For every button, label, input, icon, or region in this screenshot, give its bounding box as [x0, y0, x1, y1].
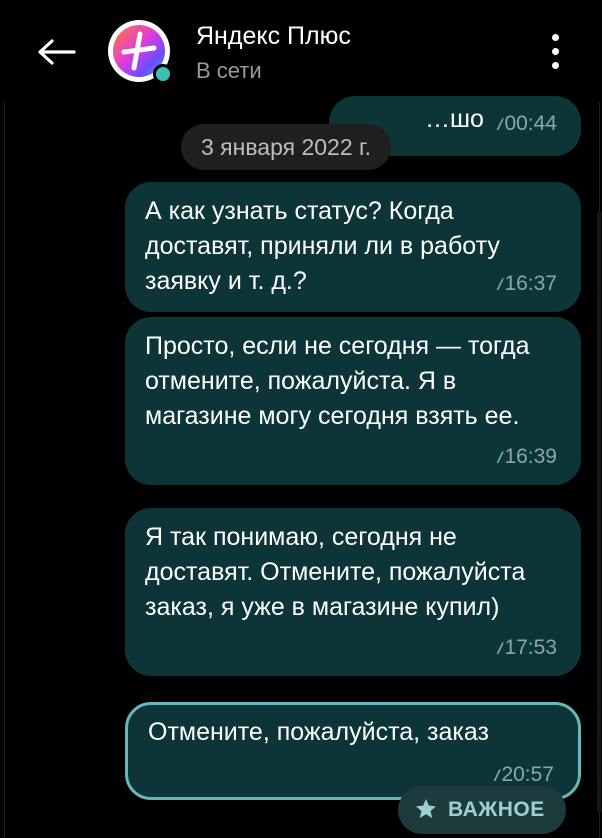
online-status-dot — [153, 64, 173, 84]
chat-header: Яндекс Плюс В сети — [0, 0, 602, 102]
message-bubble[interactable]: Я так понимаю, сегодня не доставят. Отме… — [125, 508, 581, 676]
double-check-icon: // — [497, 117, 502, 134]
message-time: 16:39 — [504, 445, 557, 468]
arrow-left-icon — [38, 39, 76, 65]
important-label: ВАЖНОЕ — [448, 798, 545, 821]
star-icon — [416, 799, 436, 818]
message-bubble[interactable]: А как узнать статус? Когда доставят, при… — [125, 182, 581, 312]
chat-title: Яндекс Плюс — [196, 22, 351, 50]
message-text: Я так понимаю, сегодня не доставят. Отме… — [145, 523, 526, 621]
message-time: 17:53 — [504, 636, 557, 659]
message-list[interactable]: …шо //00:44 3 января 2022 г. А как узнат… — [4, 96, 601, 838]
message-meta: //17:53 — [498, 630, 557, 667]
back-button[interactable] — [32, 30, 80, 78]
chat-status: В сети — [196, 58, 262, 83]
message-time: 16:37 — [504, 272, 557, 295]
message-meta: //16:37 — [498, 266, 557, 303]
double-check-icon: // — [497, 641, 502, 658]
double-check-icon: // — [494, 768, 499, 785]
double-check-icon: // — [497, 450, 502, 467]
message-meta: //00:44 — [498, 106, 557, 143]
more-menu-button[interactable] — [540, 30, 570, 74]
more-vertical-icon — [552, 34, 559, 41]
message-time: 20:57 — [501, 763, 554, 786]
message-text: …шо — [425, 105, 484, 133]
message-time: 00:44 — [504, 112, 557, 135]
message-meta: //16:39 — [498, 439, 557, 476]
double-check-icon: // — [497, 277, 502, 294]
message-bubble[interactable]: Просто, если не сегодня — тогда отмените… — [125, 317, 581, 485]
message-text: Просто, если не сегодня — тогда отмените… — [145, 332, 530, 430]
message-text: Отмените, пожалуйста, заказ — [148, 718, 489, 746]
important-button[interactable]: ВАЖНОЕ — [398, 786, 566, 834]
date-label: 3 января 2022 г. — [201, 134, 371, 160]
date-separator: 3 января 2022 г. — [181, 124, 391, 170]
scrollbar[interactable] — [597, 212, 601, 812]
message-text: А как узнать статус? Когда доставят, при… — [145, 197, 500, 295]
